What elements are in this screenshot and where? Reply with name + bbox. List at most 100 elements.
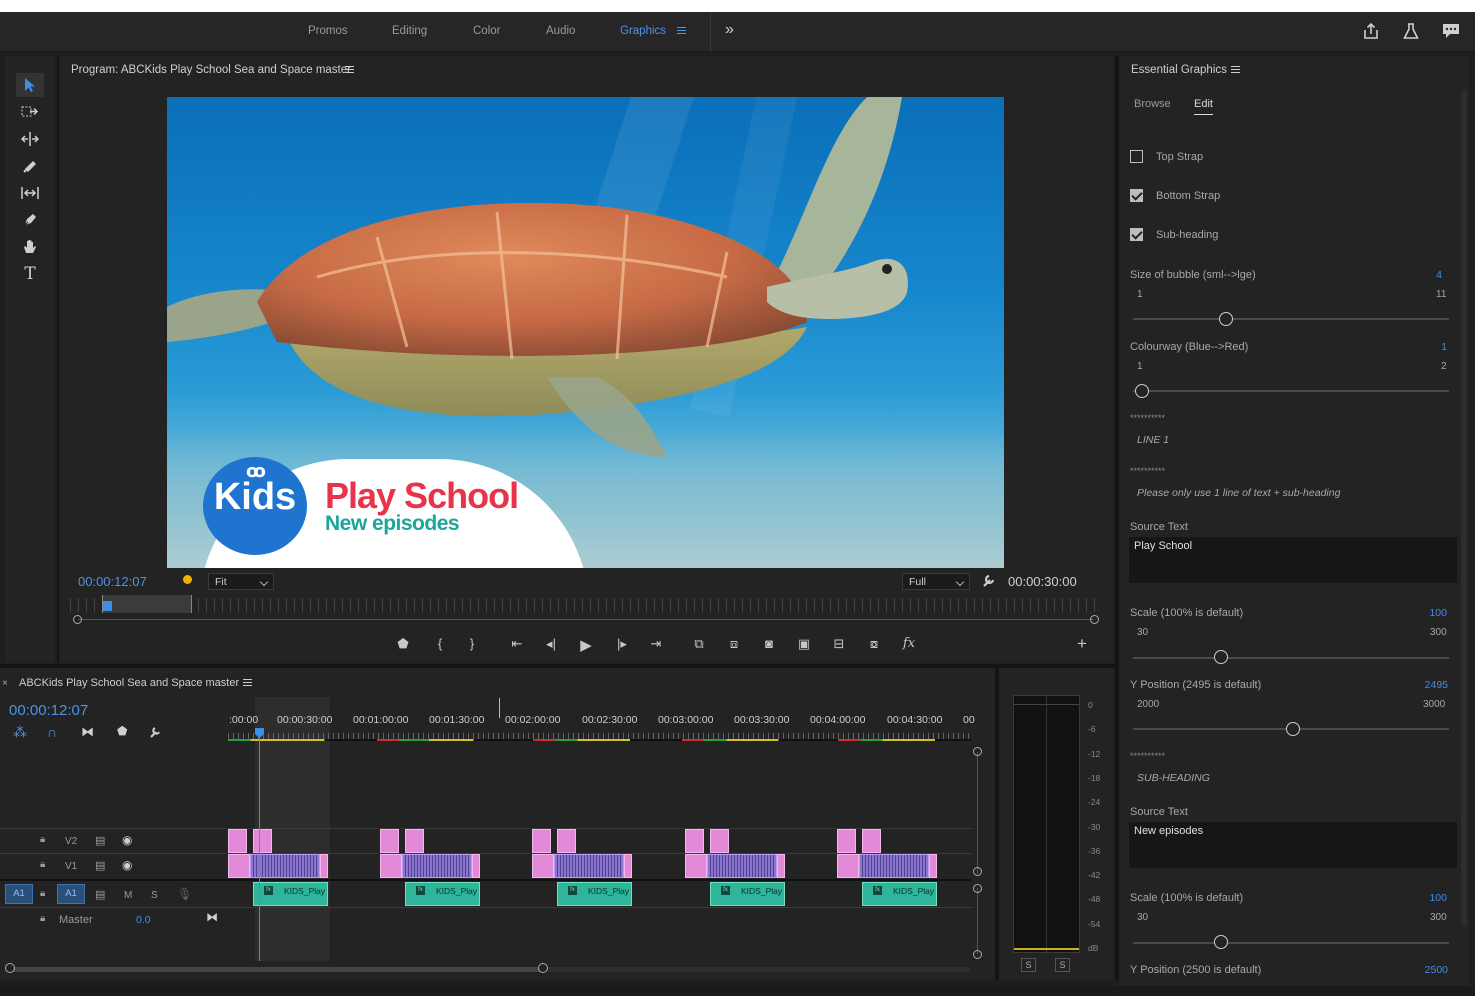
audio-tracks-scrollbar[interactable] (977, 888, 978, 954)
mark-in-icon[interactable]: { (430, 636, 450, 651)
scroll-handle[interactable] (538, 963, 548, 973)
track-select-tool-icon[interactable] (16, 100, 44, 124)
selection-tool-icon[interactable] (16, 73, 44, 97)
scroll-handle-left[interactable] (73, 615, 82, 624)
timeline-marker-icon[interactable]: ⬟ (117, 724, 127, 738)
in-out-range[interactable] (102, 595, 192, 613)
scale-knob-1[interactable] (1214, 650, 1228, 664)
resolution-dropdown[interactable]: Full (902, 573, 970, 590)
tab-audio[interactable]: Audio (546, 25, 575, 37)
sub-heading-checkbox[interactable] (1130, 228, 1143, 241)
multicam-icon[interactable]: ⧇ (864, 636, 884, 652)
a1-clip[interactable]: KIDS_Play (557, 882, 632, 906)
razor-tool-icon[interactable] (16, 154, 44, 178)
scroll-handle-right[interactable] (1090, 615, 1099, 624)
microphone-icon[interactable]: 🎙︎ (177, 887, 192, 901)
v1-clip[interactable] (777, 854, 785, 878)
program-monitor-menu-icon[interactable] (345, 64, 354, 76)
go-to-next-keyframe-icon[interactable]: ⧓ (206, 910, 218, 924)
colourway-knob[interactable] (1135, 384, 1149, 398)
source-text-field-1[interactable]: Play School (1129, 537, 1457, 583)
workspace-overflow-icon[interactable]: » (725, 21, 734, 39)
eye-icon[interactable]: ◉ (122, 858, 132, 872)
go-to-out-icon[interactable]: ⇥ (646, 636, 666, 652)
v1-clip[interactable] (707, 854, 777, 878)
scroll-handle[interactable] (5, 963, 15, 973)
go-to-in-icon[interactable]: ⇤ (507, 636, 527, 652)
a1-clip[interactable]: KIDS_Play (253, 882, 328, 906)
v2-clip[interactable] (380, 829, 399, 853)
program-playhead[interactable] (103, 601, 112, 611)
sync-lock-icon[interactable]: ▤ (95, 888, 105, 901)
button-editor-icon[interactable]: + (1072, 634, 1092, 654)
v1-clip[interactable] (380, 854, 402, 878)
v1-clip[interactable] (554, 854, 624, 878)
tab-promos[interactable]: Promos (308, 25, 348, 37)
track-a1-target[interactable]: A1 (57, 884, 85, 904)
step-back-icon[interactable]: ◂| (541, 636, 561, 652)
a1-clip[interactable]: KIDS_Play (405, 882, 480, 906)
ripple-edit-tool-icon[interactable] (16, 127, 44, 151)
v2-clip[interactable] (405, 829, 424, 853)
scroll-handle[interactable] (973, 884, 982, 893)
mute-button[interactable]: M (124, 890, 132, 901)
essential-graphics-menu-icon[interactable] (1231, 64, 1240, 76)
safe-margins-icon[interactable]: ⊟ (829, 636, 849, 652)
v1-clip[interactable] (532, 854, 554, 878)
colourway-value[interactable]: 1 (1415, 341, 1447, 353)
v1-clip[interactable] (472, 854, 480, 878)
program-video-frame[interactable]: ꝏ Kids Play School New episodes (167, 97, 1004, 568)
bubble-size-slider[interactable] (1133, 318, 1449, 320)
tab-browse[interactable]: Browse (1134, 98, 1171, 110)
zoom-dropdown[interactable]: Fit (208, 573, 274, 590)
lock-icon[interactable]: 🔒︎ (40, 859, 45, 870)
v1-clip[interactable] (250, 854, 320, 878)
bubble-size-knob[interactable] (1219, 312, 1233, 326)
source-text-field-2[interactable]: New episodes (1129, 822, 1457, 868)
v1-clip[interactable] (837, 854, 859, 878)
slip-tool-icon[interactable] (16, 181, 44, 205)
program-timecode-current[interactable]: 00:00:12:07 (78, 574, 147, 589)
lock-icon[interactable]: 🔒︎ (40, 913, 45, 924)
hand-tool-icon[interactable] (16, 235, 44, 259)
sync-lock-icon[interactable]: ▤ (95, 859, 105, 872)
v1-clip[interactable] (685, 854, 707, 878)
timeline-scroll-thumb[interactable] (10, 967, 543, 972)
a1-clip[interactable]: KIDS_Play (862, 882, 937, 906)
type-tool-icon[interactable]: T (16, 262, 44, 286)
scale-value-1[interactable]: 100 (1415, 607, 1447, 619)
solo-right-button[interactable]: S (1055, 958, 1070, 972)
graphics-menu-icon[interactable] (677, 25, 686, 37)
master-volume-value[interactable]: 0.0 (136, 914, 151, 926)
v1-clip[interactable] (859, 854, 929, 878)
y-position-knob-1[interactable] (1286, 722, 1300, 736)
y-position-value-1[interactable]: 2495 (1412, 679, 1448, 691)
export-frame-icon[interactable]: ◙ (759, 636, 779, 651)
pen-tool-icon[interactable] (16, 208, 44, 232)
solo-left-button[interactable]: S (1021, 958, 1036, 972)
timeline-wrench-icon[interactable] (148, 724, 163, 739)
mark-out-icon[interactable]: } (462, 636, 482, 651)
v2-clip[interactable] (228, 829, 247, 853)
v1-clip[interactable] (402, 854, 472, 878)
share-icon[interactable] (1362, 22, 1380, 40)
linked-selection-icon[interactable]: ⧓ (81, 724, 94, 740)
timeline-playhead-line[interactable] (259, 728, 260, 961)
snap-icon[interactable]: ∩ (47, 724, 57, 740)
tab-color[interactable]: Color (473, 25, 500, 37)
close-timeline-icon[interactable]: × (2, 678, 8, 689)
v2-clip[interactable] (710, 829, 729, 853)
program-mini-ruler[interactable] (70, 598, 1102, 612)
top-strap-checkbox[interactable] (1130, 150, 1143, 163)
scroll-handle[interactable] (973, 867, 982, 876)
v2-clip[interactable] (532, 829, 551, 853)
lock-icon[interactable]: 🔒︎ (40, 834, 45, 845)
solo-button[interactable]: S (151, 890, 158, 901)
lock-icon[interactable]: 🔒︎ (40, 888, 45, 899)
v1-clip[interactable] (320, 854, 328, 878)
v2-clip[interactable] (685, 829, 704, 853)
scroll-handle[interactable] (973, 950, 982, 959)
tab-edit[interactable]: Edit (1194, 98, 1213, 115)
scale-slider-2[interactable] (1133, 942, 1449, 944)
extract-icon[interactable]: ⧈ (724, 636, 744, 652)
